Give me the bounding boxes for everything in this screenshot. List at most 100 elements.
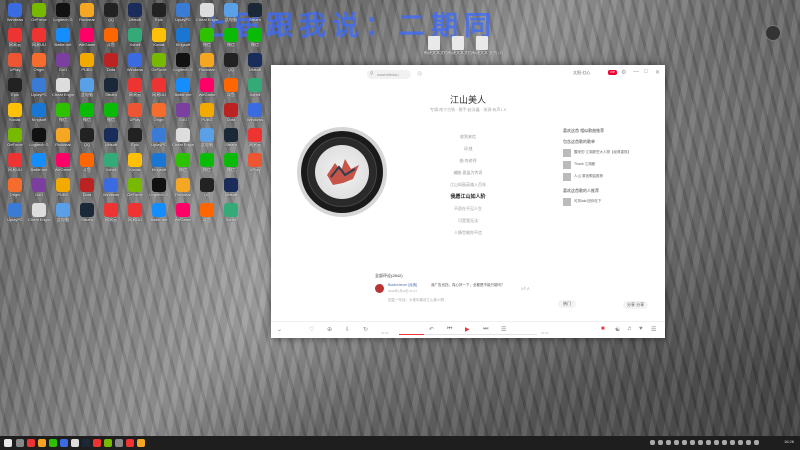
playlist-icon[interactable]: ☰	[651, 326, 656, 333]
lyric-line[interactable]: 词:烛	[441, 143, 495, 155]
taskbar-app-icon[interactable]	[60, 439, 68, 447]
comment-user[interactable]: Bladeshevm [经典]	[388, 283, 417, 288]
close-icon[interactable]: ✕	[655, 69, 660, 76]
desktop-icon[interactable]: Windows	[4, 3, 26, 22]
desktop-icon[interactable]: Battle.net	[172, 78, 194, 97]
desktop-icon[interactable]: Ubisoft	[124, 3, 146, 22]
desktop-icon[interactable]: Origin	[28, 53, 50, 72]
desktop-icon[interactable]: Dota	[100, 53, 122, 72]
desktop-icon[interactable]: Xshell	[220, 203, 242, 222]
desktop-icon[interactable]: Origin	[148, 103, 170, 122]
taskbar-app-icon[interactable]	[104, 439, 112, 447]
tray-icon[interactable]	[674, 440, 679, 445]
desktop-icon[interactable]: Logitech G	[148, 178, 170, 197]
collect-icon[interactable]: ⊕	[327, 326, 332, 333]
desktop-icon[interactable]: UplayPC	[4, 203, 26, 222]
lyric-line[interactable]: 收到来信	[441, 131, 495, 143]
tray-icon[interactable]	[658, 440, 663, 445]
desktop-icon[interactable]: GoG	[28, 178, 50, 197]
desktop-icon[interactable]: Xshell	[124, 28, 146, 47]
desktop-icon[interactable]: Kodak	[4, 103, 26, 122]
like-icon[interactable]: ♡	[309, 326, 314, 333]
desktop-icon[interactable]: GoG	[52, 53, 74, 72]
desktop-icon[interactable]: Rockstar	[196, 53, 218, 72]
notification-bubble[interactable]	[765, 25, 781, 41]
start-icon[interactable]	[4, 439, 12, 447]
desktop-icon[interactable]: Rockstar	[172, 178, 194, 197]
desktop-icon[interactable]: 网易云	[124, 78, 146, 97]
desktop-icon[interactable]: Logitech G	[52, 3, 74, 22]
desktop-icon[interactable]: WeGame	[52, 153, 74, 172]
next-icon[interactable]: ⏭	[483, 326, 488, 333]
desktop-icon[interactable]: 此电脑	[196, 128, 218, 147]
taskbar-app-icon[interactable]	[82, 439, 90, 447]
taskbar-app-icon[interactable]	[71, 439, 79, 447]
desktop-icon[interactable]: 斗鱼	[100, 28, 122, 47]
desktop-icon[interactable]: 微信	[220, 153, 242, 172]
desktop-icon[interactable]: UPlay	[244, 153, 266, 172]
progress-bar[interactable]	[399, 334, 537, 335]
desktop-icon[interactable]: 斗鱼	[76, 153, 98, 172]
tray-icon[interactable]	[730, 440, 735, 445]
lyric-line[interactable]: 可是我无法	[441, 215, 495, 227]
tray-icon[interactable]	[698, 440, 703, 445]
desktop-icon[interactable]: 微信	[52, 103, 74, 122]
desktop-icon[interactable]: 此电脑	[220, 3, 242, 22]
lyrics-toggle-icon[interactable]: ☰	[501, 326, 506, 333]
desktop-icon[interactable]: Xshell	[244, 78, 266, 97]
desktop-icon[interactable]: UplayPC	[148, 128, 170, 147]
desktop-icon[interactable]: 网易云	[100, 203, 122, 222]
desktop-icon[interactable]: QQ	[100, 3, 122, 22]
similar-item[interactable]: 人山 原创歌曲推荐	[563, 172, 659, 184]
tray-icon[interactable]	[650, 440, 655, 445]
desktop-icon[interactable]: UPlay	[124, 103, 146, 122]
desktop-icon[interactable]: Kodak	[148, 28, 170, 47]
desktop-icon[interactable]: WeGame	[196, 78, 218, 97]
maximize-icon[interactable]: □	[644, 69, 648, 75]
desktop-icon[interactable]: GeForce	[28, 3, 50, 22]
tray-icon[interactable]	[690, 440, 695, 445]
volume-icon[interactable]: ♬	[627, 326, 633, 332]
effect-icon[interactable]: ☯	[615, 326, 620, 333]
search-input[interactable]: ⚲ iuashbfhdsu	[367, 70, 411, 79]
desktop-icon[interactable]: 微信	[76, 103, 98, 122]
desktop-icon[interactable]: UplayPC	[172, 3, 194, 22]
download-icon[interactable]: ⇩	[345, 326, 350, 333]
desktop-icon[interactable]: Battle.net	[28, 153, 50, 172]
desktop-icon[interactable]: Cheat Engine	[28, 203, 50, 222]
tray-icon[interactable]	[722, 440, 727, 445]
desktop-icon[interactable]: WeGame	[76, 28, 98, 47]
tray-icon[interactable]	[738, 440, 743, 445]
taskbar-app-icon[interactable]	[16, 439, 24, 447]
desktop-icon[interactable]: Xshell	[100, 153, 122, 172]
clock[interactable]: 16:26	[784, 439, 794, 444]
file-icon[interactable]: 新建文本文档	[448, 36, 472, 55]
heart-icon[interactable]: ♥	[639, 326, 643, 332]
desktop-icon[interactable]: Origin	[4, 178, 26, 197]
desktop-icon[interactable]: 微信	[220, 28, 242, 47]
desktop-icon[interactable]: Logitech G	[28, 128, 50, 147]
desktop-icon[interactable]: 此电脑	[76, 78, 98, 97]
desktop-icon[interactable]: Kingsoft	[172, 28, 194, 47]
desktop-icon[interactable]: 网易云	[244, 128, 266, 147]
tray-icon[interactable]	[682, 440, 687, 445]
lyric-line-active[interactable]: 我愿江山如人阶	[441, 191, 495, 203]
desktop-icon[interactable]: WeGame	[172, 203, 194, 222]
lyric-line[interactable]: 江山如画英雄入百年	[441, 179, 495, 191]
taskbar-app-icon[interactable]	[27, 439, 35, 447]
desktop-icon[interactable]: QQ	[196, 178, 218, 197]
similar-item[interactable]: 可风lala 回你在下	[563, 197, 659, 209]
desktop-icon[interactable]: UPlay	[4, 53, 26, 72]
desktop-icon[interactable]: 微信	[172, 153, 194, 172]
file-icon[interactable]: 新建文本文档	[424, 36, 448, 55]
desktop-icon[interactable]: Kingsoft	[28, 103, 50, 122]
desktop-icon[interactable]: Ubisoft	[244, 53, 266, 72]
desktop-icon[interactable]: Dota	[220, 103, 242, 122]
lyric-line[interactable]: 不愿在不见人生	[441, 203, 495, 215]
lyric-line[interactable]: 曲:何老师	[441, 155, 495, 167]
tray-icon[interactable]	[754, 440, 759, 445]
desktop-icon[interactable]: 斗鱼	[196, 203, 218, 222]
desktop-icon[interactable]: 网易云	[4, 28, 26, 47]
tag-button[interactable]: 热门	[558, 300, 576, 308]
taskbar-app-icon[interactable]	[126, 439, 134, 447]
